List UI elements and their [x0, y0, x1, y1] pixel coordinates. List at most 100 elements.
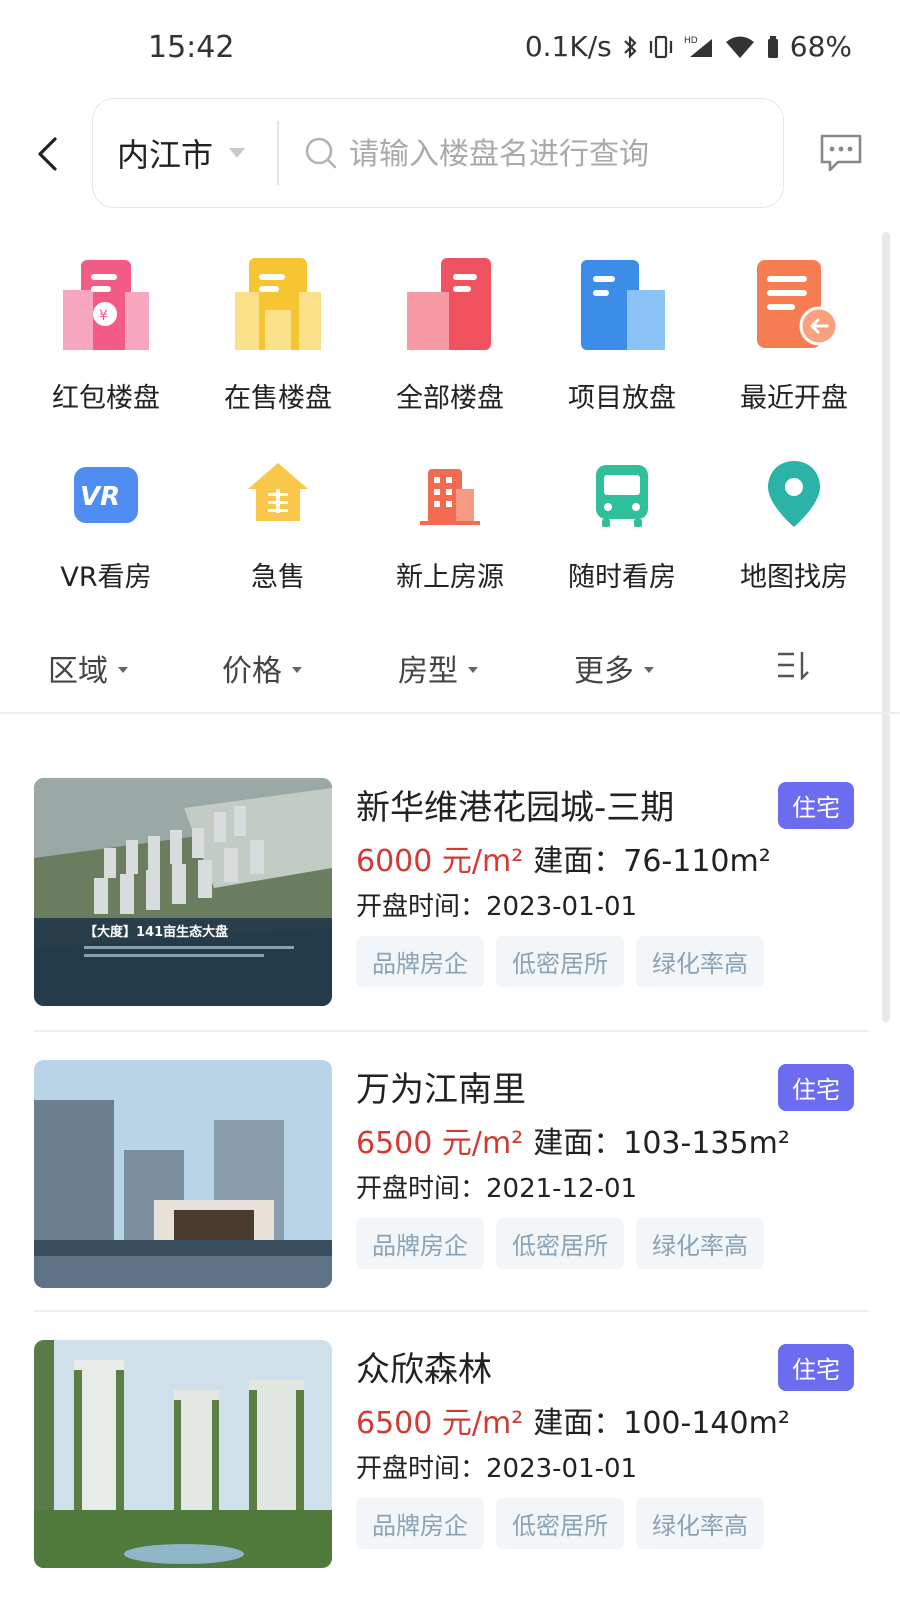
divider [34, 1310, 868, 1312]
caret-down-icon [118, 667, 128, 673]
listing-tag: 绿化率高 [636, 1218, 764, 1269]
battery-icon [766, 33, 780, 61]
network-speed: 0.1K/s [524, 30, 612, 63]
menu-item-all-buildings[interactable]: 全部楼盘 [364, 248, 536, 415]
divider [34, 1030, 868, 1032]
map-pin-icon [754, 455, 834, 535]
listing-item[interactable]: 众欣森林 住宅 6500 元/m² 建面：100-140m² 开盘时间：2023-… [34, 1340, 868, 1570]
listing-image [34, 1340, 332, 1568]
menu-item-map-search[interactable]: 地图找房 [708, 455, 880, 594]
listing-tag: 品牌房企 [356, 936, 484, 987]
svg-text:¥: ¥ [99, 308, 108, 324]
listing-tag: 低密居所 [496, 1218, 624, 1269]
listing-area: 建面：103-135m² [533, 1126, 790, 1161]
city-divider [277, 121, 279, 185]
new-listing-building-icon [410, 455, 490, 535]
property-type-badge: 住宅 [778, 1064, 854, 1111]
listing-area: 建面：100-140m² [533, 1406, 790, 1441]
filter-bar: 区域 价格 房型 更多 [0, 632, 900, 714]
listing-item[interactable]: 【大度】141亩生态大盘 新华维港花园城-三期 住宅 6000 元/m² 建面：7… [34, 778, 868, 1008]
menu-label: 急售 [251, 562, 305, 593]
bluetooth-icon [622, 33, 638, 61]
sort-icon [778, 652, 809, 680]
listing-tags: 品牌房企 低密居所 绿化率高 [356, 1218, 764, 1269]
listing-item[interactable]: 万为江南里 住宅 6500 元/m² 建面：103-135m² 开盘时间：2021… [34, 1060, 868, 1290]
listing-tags: 品牌房企 低密居所 绿化率高 [356, 936, 764, 987]
listing-price: 6000 元/m² [356, 844, 524, 879]
price-line: 6500 元/m² 建面：100-140m² [356, 1398, 790, 1442]
filter-room-type[interactable]: 房型 [398, 646, 478, 690]
message-icon [820, 134, 862, 172]
listing-price: 6500 元/m² [356, 1406, 524, 1441]
status-bar: 15:42 0.1K/s HD 68% [0, 0, 900, 100]
listing-title: 新华维港花园城-三期 [356, 788, 675, 828]
menu-item-urgent-sale[interactable]: 急售 [192, 455, 364, 594]
search-box: 内江市 [92, 98, 821, 209]
menu-item-anytime-viewing[interactable]: 随时看房 [536, 455, 708, 594]
listing-title: 万为江南里 [356, 1070, 526, 1110]
back-button[interactable] [28, 130, 68, 178]
listing-area: 建面：76-110m² [533, 844, 771, 879]
city-selector[interactable]: 内江市 [117, 99, 247, 207]
property-type-badge: 住宅 [778, 782, 854, 829]
header: 内江市 [0, 96, 900, 212]
listing-tag: 绿化率高 [636, 1498, 764, 1549]
menu-item-red-packet[interactable]: ¥ 红包楼盘 [20, 248, 192, 415]
listing-tag: 低密居所 [496, 1498, 624, 1549]
menu-item-project-listing[interactable]: 项目放盘 [536, 248, 708, 415]
listing-tag: 绿化率高 [636, 936, 764, 987]
sort-button[interactable] [776, 650, 810, 680]
listing-title: 众欣森林 [356, 1350, 492, 1390]
all-buildings-icon [395, 252, 505, 362]
menu-label: VR看房 [60, 562, 152, 593]
vibrate-icon [648, 33, 674, 61]
filter-label: 更多 [574, 654, 634, 689]
menu-label: 项目放盘 [568, 383, 676, 414]
vr-icon: VR [66, 455, 146, 535]
menu-item-recent-opening[interactable]: 最近开盘 [708, 248, 880, 415]
filter-price[interactable]: 价格 [222, 646, 302, 690]
message-button[interactable] [818, 132, 864, 178]
listing-price: 6500 元/m² [356, 1126, 524, 1161]
listing-image [34, 1060, 332, 1288]
wifi-icon [724, 33, 756, 61]
listing-open-date: 开盘时间：2023-01-01 [356, 892, 638, 922]
menu-label: 地图找房 [740, 562, 848, 593]
listing-image-caption: 【大度】141亩生态大盘 [84, 924, 228, 940]
urgent-sale-house-icon [238, 455, 318, 535]
scrollbar[interactable] [882, 232, 890, 1022]
listing-tag: 品牌房企 [356, 1218, 484, 1269]
listing-tag: 低密居所 [496, 936, 624, 987]
status-right: 0.1K/s HD 68% [525, 30, 852, 63]
bus-icon [582, 455, 662, 535]
listing-open-date: 开盘时间：2021-12-01 [356, 1174, 638, 1204]
menu-label: 随时看房 [568, 562, 676, 593]
menu-label: 最近开盘 [740, 383, 848, 414]
back-arrow-icon [38, 137, 57, 171]
menu-label: 全部楼盘 [396, 383, 504, 414]
hd-signal-icon: HD [684, 33, 714, 61]
filter-label: 价格 [222, 654, 282, 689]
caret-down-icon [292, 667, 302, 673]
svg-text:VR: VR [80, 482, 120, 512]
menu-item-vr[interactable]: VR VR看房 [20, 455, 192, 594]
property-type-badge: 住宅 [778, 1344, 854, 1391]
city-label: 内江市 [117, 136, 214, 174]
menu-item-new-listing[interactable]: 新上房源 [364, 455, 536, 594]
filter-label: 房型 [398, 654, 458, 689]
price-line: 6500 元/m² 建面：103-135m² [356, 1118, 790, 1162]
menu-label: 红包楼盘 [52, 383, 160, 414]
caret-down-icon [468, 667, 478, 673]
status-time: 15:42 [148, 30, 235, 65]
price-line: 6000 元/m² 建面：76-110m² [356, 836, 771, 880]
listing-image: 【大度】141亩生态大盘 [34, 778, 332, 1006]
search-input[interactable] [297, 99, 821, 209]
menu-item-on-sale[interactable]: 在售楼盘 [192, 248, 364, 415]
menu-label: 新上房源 [396, 562, 504, 593]
filter-more[interactable]: 更多 [574, 646, 654, 690]
red-packet-building-icon: ¥ [51, 252, 161, 362]
caret-down-icon [229, 148, 246, 158]
filter-label: 区域 [48, 654, 108, 689]
filter-region[interactable]: 区域 [48, 646, 128, 690]
menu-label: 在售楼盘 [224, 383, 332, 414]
